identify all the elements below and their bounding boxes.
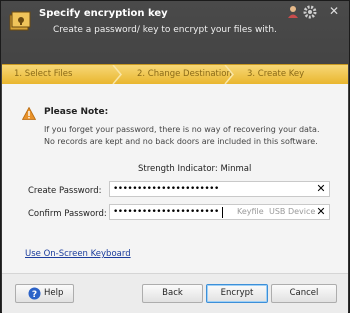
dialog-subtitle: Create a password/ key to encrypt your f…: [53, 25, 277, 35]
svg-text:?: ?: [32, 290, 37, 300]
on-screen-keyboard-link[interactable]: Use On-Screen Keyboard: [25, 249, 131, 259]
strength-indicator: Strength Indicator: Minmal: [138, 164, 252, 174]
encrypt-button[interactable]: Encrypt: [206, 284, 268, 303]
create-password-field[interactable]: •••••••••••••••••••••• ✕: [109, 181, 330, 197]
step-select-files: 1. Select Files: [14, 69, 73, 79]
help-button-label: Help: [44, 288, 64, 298]
note-line-2: No records are kept and no back doors ar…: [44, 137, 318, 146]
cancel-button[interactable]: Cancel: [271, 284, 337, 303]
help-button[interactable]: ? Help: [15, 284, 74, 303]
create-password-value[interactable]: ••••••••••••••••••••••: [113, 183, 219, 196]
main-content: Please Note: If you forget your password…: [2, 84, 348, 273]
back-button[interactable]: Back: [142, 284, 203, 303]
user-icon[interactable]: [286, 5, 300, 19]
chevron-right-icon: [112, 65, 122, 84]
gear-icon[interactable]: [303, 5, 317, 19]
text-caret: [222, 207, 223, 218]
close-icon[interactable]: ✕: [324, 3, 344, 19]
keyfile-option[interactable]: Keyfile: [237, 207, 264, 216]
note-line-1: If you forget your password, there is no…: [44, 125, 320, 134]
dialog-footer: ? Help Back Encrypt Cancel: [2, 273, 348, 313]
dialog-title: Specify encryption key: [39, 8, 168, 19]
clear-create-password-icon[interactable]: ✕: [315, 182, 327, 196]
encryption-key-dialog: Specify encryption key Create a password…: [0, 0, 350, 313]
step-change-destination: 2. Change Destination: [137, 69, 232, 79]
step-create-key: 3. Create Key: [247, 69, 305, 79]
usb-device-option[interactable]: USB Device: [269, 207, 315, 216]
wizard-steps: 1. Select Files 2. Change Destination 3.…: [2, 64, 348, 85]
create-password-label: Create Password:: [28, 186, 102, 196]
confirm-password-value[interactable]: ••••••••••••••••••••••: [113, 206, 219, 219]
confirm-password-field[interactable]: •••••••••••••••••••••• Keyfile USB Devic…: [109, 204, 330, 220]
chevron-right-icon: [224, 65, 234, 84]
lock-safe-icon: [9, 11, 31, 31]
warning-icon: [22, 107, 36, 120]
note-title: Please Note:: [44, 107, 109, 117]
clear-confirm-password-icon[interactable]: ✕: [315, 205, 327, 219]
help-icon: ?: [28, 287, 41, 300]
confirm-password-label: Confirm Password:: [28, 209, 107, 219]
